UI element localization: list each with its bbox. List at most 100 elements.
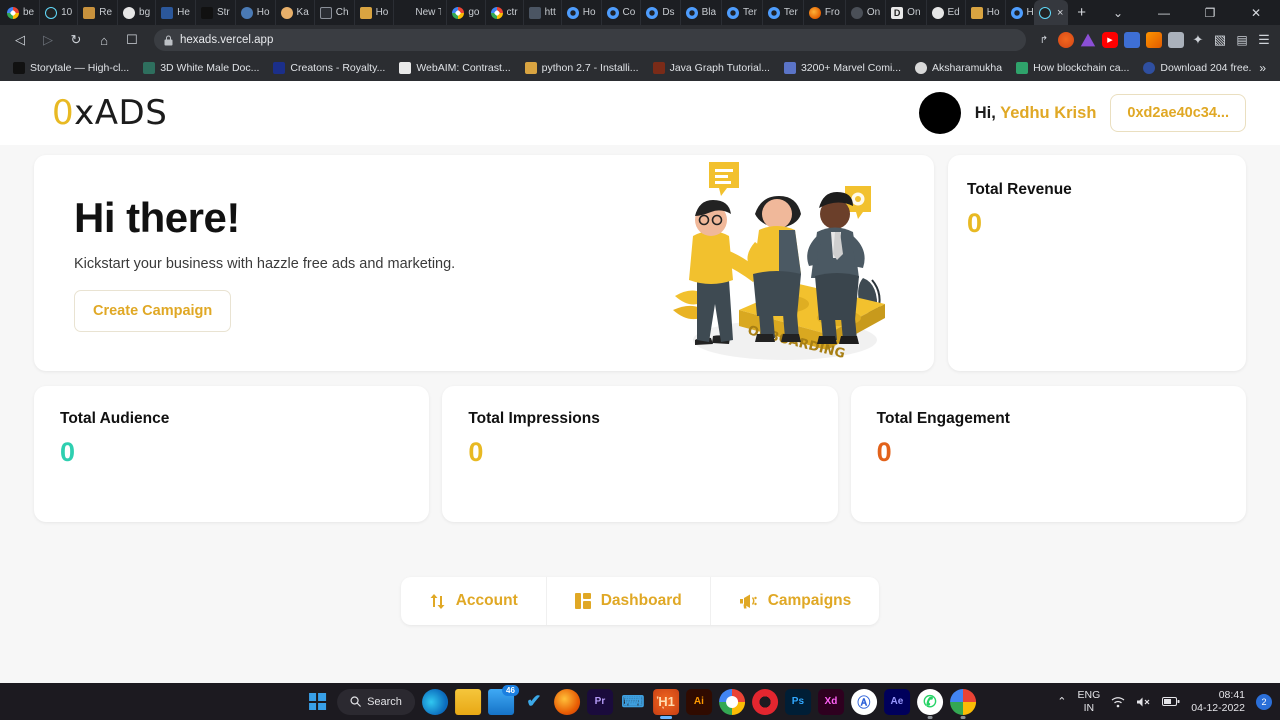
browser-tab-active[interactable]: × [1034, 0, 1069, 25]
bookmark-item[interactable]: WebAIM: Contrast... [392, 62, 517, 74]
browser-tab[interactable]: Ho [1006, 0, 1034, 25]
bookmark-item[interactable]: Aksharamukha [908, 62, 1009, 74]
brave-icon[interactable]: ᾘ1 [652, 688, 679, 715]
bookmark-item[interactable]: Java Graph Tutorial... [646, 62, 777, 74]
browser-tab[interactable]: htt [524, 0, 562, 25]
browser-tab[interactable]: Bla [681, 0, 723, 25]
browser-tab[interactable]: 10 [40, 0, 79, 25]
create-campaign-button[interactable]: Create Campaign [74, 290, 232, 332]
whatsapp-icon[interactable]: ✆ [916, 688, 943, 715]
browser-tab[interactable]: ctr [486, 0, 524, 25]
bookmark-item[interactable]: Storytale — High-cl... [6, 62, 136, 74]
start-button[interactable] [304, 689, 330, 715]
browser-tab[interactable]: bg [118, 0, 157, 25]
bookmark-item[interactable]: How blockchain ca... [1009, 62, 1136, 74]
clock[interactable]: 08:41 04-12-2022 [1191, 689, 1245, 714]
image-extension-icon[interactable] [1168, 32, 1184, 48]
youtube-extension-icon[interactable]: ▶ [1102, 32, 1118, 48]
browser-tab[interactable]: Co [602, 0, 642, 25]
browser-tab[interactable]: go [447, 0, 486, 25]
close-window-button[interactable]: ✕ [1234, 0, 1278, 25]
maximize-button[interactable]: ❐ [1188, 0, 1232, 25]
chrome-icon[interactable] [718, 688, 745, 715]
browser-tab[interactable]: be [2, 0, 41, 25]
notification-badge[interactable]: 2 [1256, 693, 1272, 710]
bookmark-label: 3200+ Marvel Comi... [800, 62, 902, 74]
minimize-button[interactable]: — [1142, 0, 1186, 25]
vscode-icon[interactable]: ⌨ [620, 689, 646, 715]
bookmark-item[interactable]: Download 204 free... [1136, 62, 1251, 74]
bookmark-icon[interactable]: ☐ [120, 28, 144, 52]
share-icon[interactable]: ↱ [1036, 32, 1052, 48]
browser-tab[interactable]: On [846, 0, 887, 25]
reload-icon[interactable]: ↻ [64, 28, 88, 52]
triangle-extension-icon[interactable] [1080, 33, 1096, 47]
tab-search-button[interactable]: ⌄ [1096, 0, 1140, 25]
nav-item-dashboard[interactable]: Dashboard [547, 577, 711, 625]
file-explorer-icon[interactable] [454, 688, 481, 715]
adobe-xd-icon[interactable]: Xd [817, 688, 844, 715]
nav-item-account[interactable]: Account [401, 577, 547, 625]
browser-tab[interactable]: He [156, 0, 196, 25]
todo-icon[interactable]: ✔ [521, 689, 547, 715]
taskbar-search-label: Search [367, 695, 402, 708]
sidebar-icon[interactable]: ▧ [1212, 32, 1228, 48]
acrobat-icon[interactable]: Ⓐ [850, 688, 877, 715]
nav-item-campaigns[interactable]: Campaigns [711, 577, 880, 625]
app-logo[interactable]: 0xADS [52, 93, 167, 133]
back-icon[interactable]: ◁ [8, 28, 32, 52]
browser-tab[interactable]: Ho [562, 0, 602, 25]
after-effects-icon[interactable]: Ae [883, 688, 910, 715]
opera-icon[interactable] [751, 688, 778, 715]
illustrator-icon[interactable]: Ai [685, 688, 712, 715]
bookmark-item[interactable]: 3200+ Marvel Comi... [777, 62, 908, 74]
avatar[interactable] [918, 92, 961, 134]
browser-tab[interactable]: Ter [722, 0, 763, 25]
mail-icon[interactable]: 46 [487, 684, 519, 715]
windows-icon [308, 693, 326, 710]
premiere-pro-icon[interactable]: Pr [586, 688, 613, 715]
edge-icon[interactable] [421, 688, 448, 715]
browser-tab[interactable]: D On [886, 0, 927, 25]
wifi-icon[interactable] [1111, 696, 1125, 708]
browser-tab[interactable]: Ter [763, 0, 804, 25]
browser-tab[interactable]: Re [78, 0, 119, 25]
taskbar-search[interactable]: Search [337, 688, 415, 715]
clock-time: 08:41 [1218, 688, 1245, 701]
browser-tab[interactable]: Ho [966, 0, 1006, 25]
home-icon[interactable]: ⌂ [92, 28, 116, 52]
puzzle-extensions-icon[interactable]: ✦ [1190, 32, 1206, 48]
browser-tab[interactable]: Ka [276, 0, 315, 25]
forward-icon[interactable]: ▷ [36, 28, 60, 52]
translate-extension-icon[interactable] [1124, 32, 1140, 48]
browser-tab[interactable]: Ho [236, 0, 276, 25]
photoshop-icon[interactable]: Ps [784, 688, 811, 715]
address-bar[interactable]: hexads.vercel.app [154, 29, 1026, 51]
bookmark-item[interactable]: 3D White Male Doc... [136, 62, 266, 74]
new-tab-button[interactable]: + [1069, 4, 1094, 21]
close-icon[interactable]: × [1057, 7, 1063, 19]
browser-tab[interactable]: Ch [315, 0, 355, 25]
bookmark-item[interactable]: Creatons - Royalty... [266, 62, 392, 74]
browser-tab[interactable]: Fro [804, 0, 846, 25]
firefox-icon[interactable] [553, 688, 580, 715]
language-indicator[interactable]: ENG IN [1078, 689, 1101, 713]
wallet-address-button[interactable]: 0xd2ae40c34... [1110, 94, 1246, 132]
browser-tab[interactable]: Ds [641, 0, 681, 25]
fox-extension-icon[interactable] [1146, 32, 1162, 48]
volume-muted-icon[interactable] [1136, 696, 1151, 708]
browser-tab[interactable]: Ed [927, 0, 966, 25]
browser-menu-icon[interactable]: ☰ [1256, 32, 1272, 48]
google-photos-icon[interactable] [949, 688, 976, 715]
bookmarks-overflow-button[interactable]: » [1251, 61, 1274, 75]
brave-shields-icon[interactable] [1058, 32, 1074, 48]
bookmark-item[interactable]: python 2.7 - Installi... [518, 62, 646, 74]
tray-overflow-icon[interactable]: ⌃ [1057, 695, 1066, 708]
browser-tab[interactable]: Ho [355, 0, 395, 25]
wallet-icon[interactable]: ▤ [1234, 32, 1250, 48]
hero-text: Hi there! Kickstart your business with h… [74, 194, 667, 332]
browser-tab[interactable]: Str [196, 0, 236, 25]
browser-tab[interactable]: New Ta [394, 0, 448, 25]
browser-tab-label: 10 [61, 7, 73, 18]
battery-icon[interactable] [1162, 696, 1180, 707]
